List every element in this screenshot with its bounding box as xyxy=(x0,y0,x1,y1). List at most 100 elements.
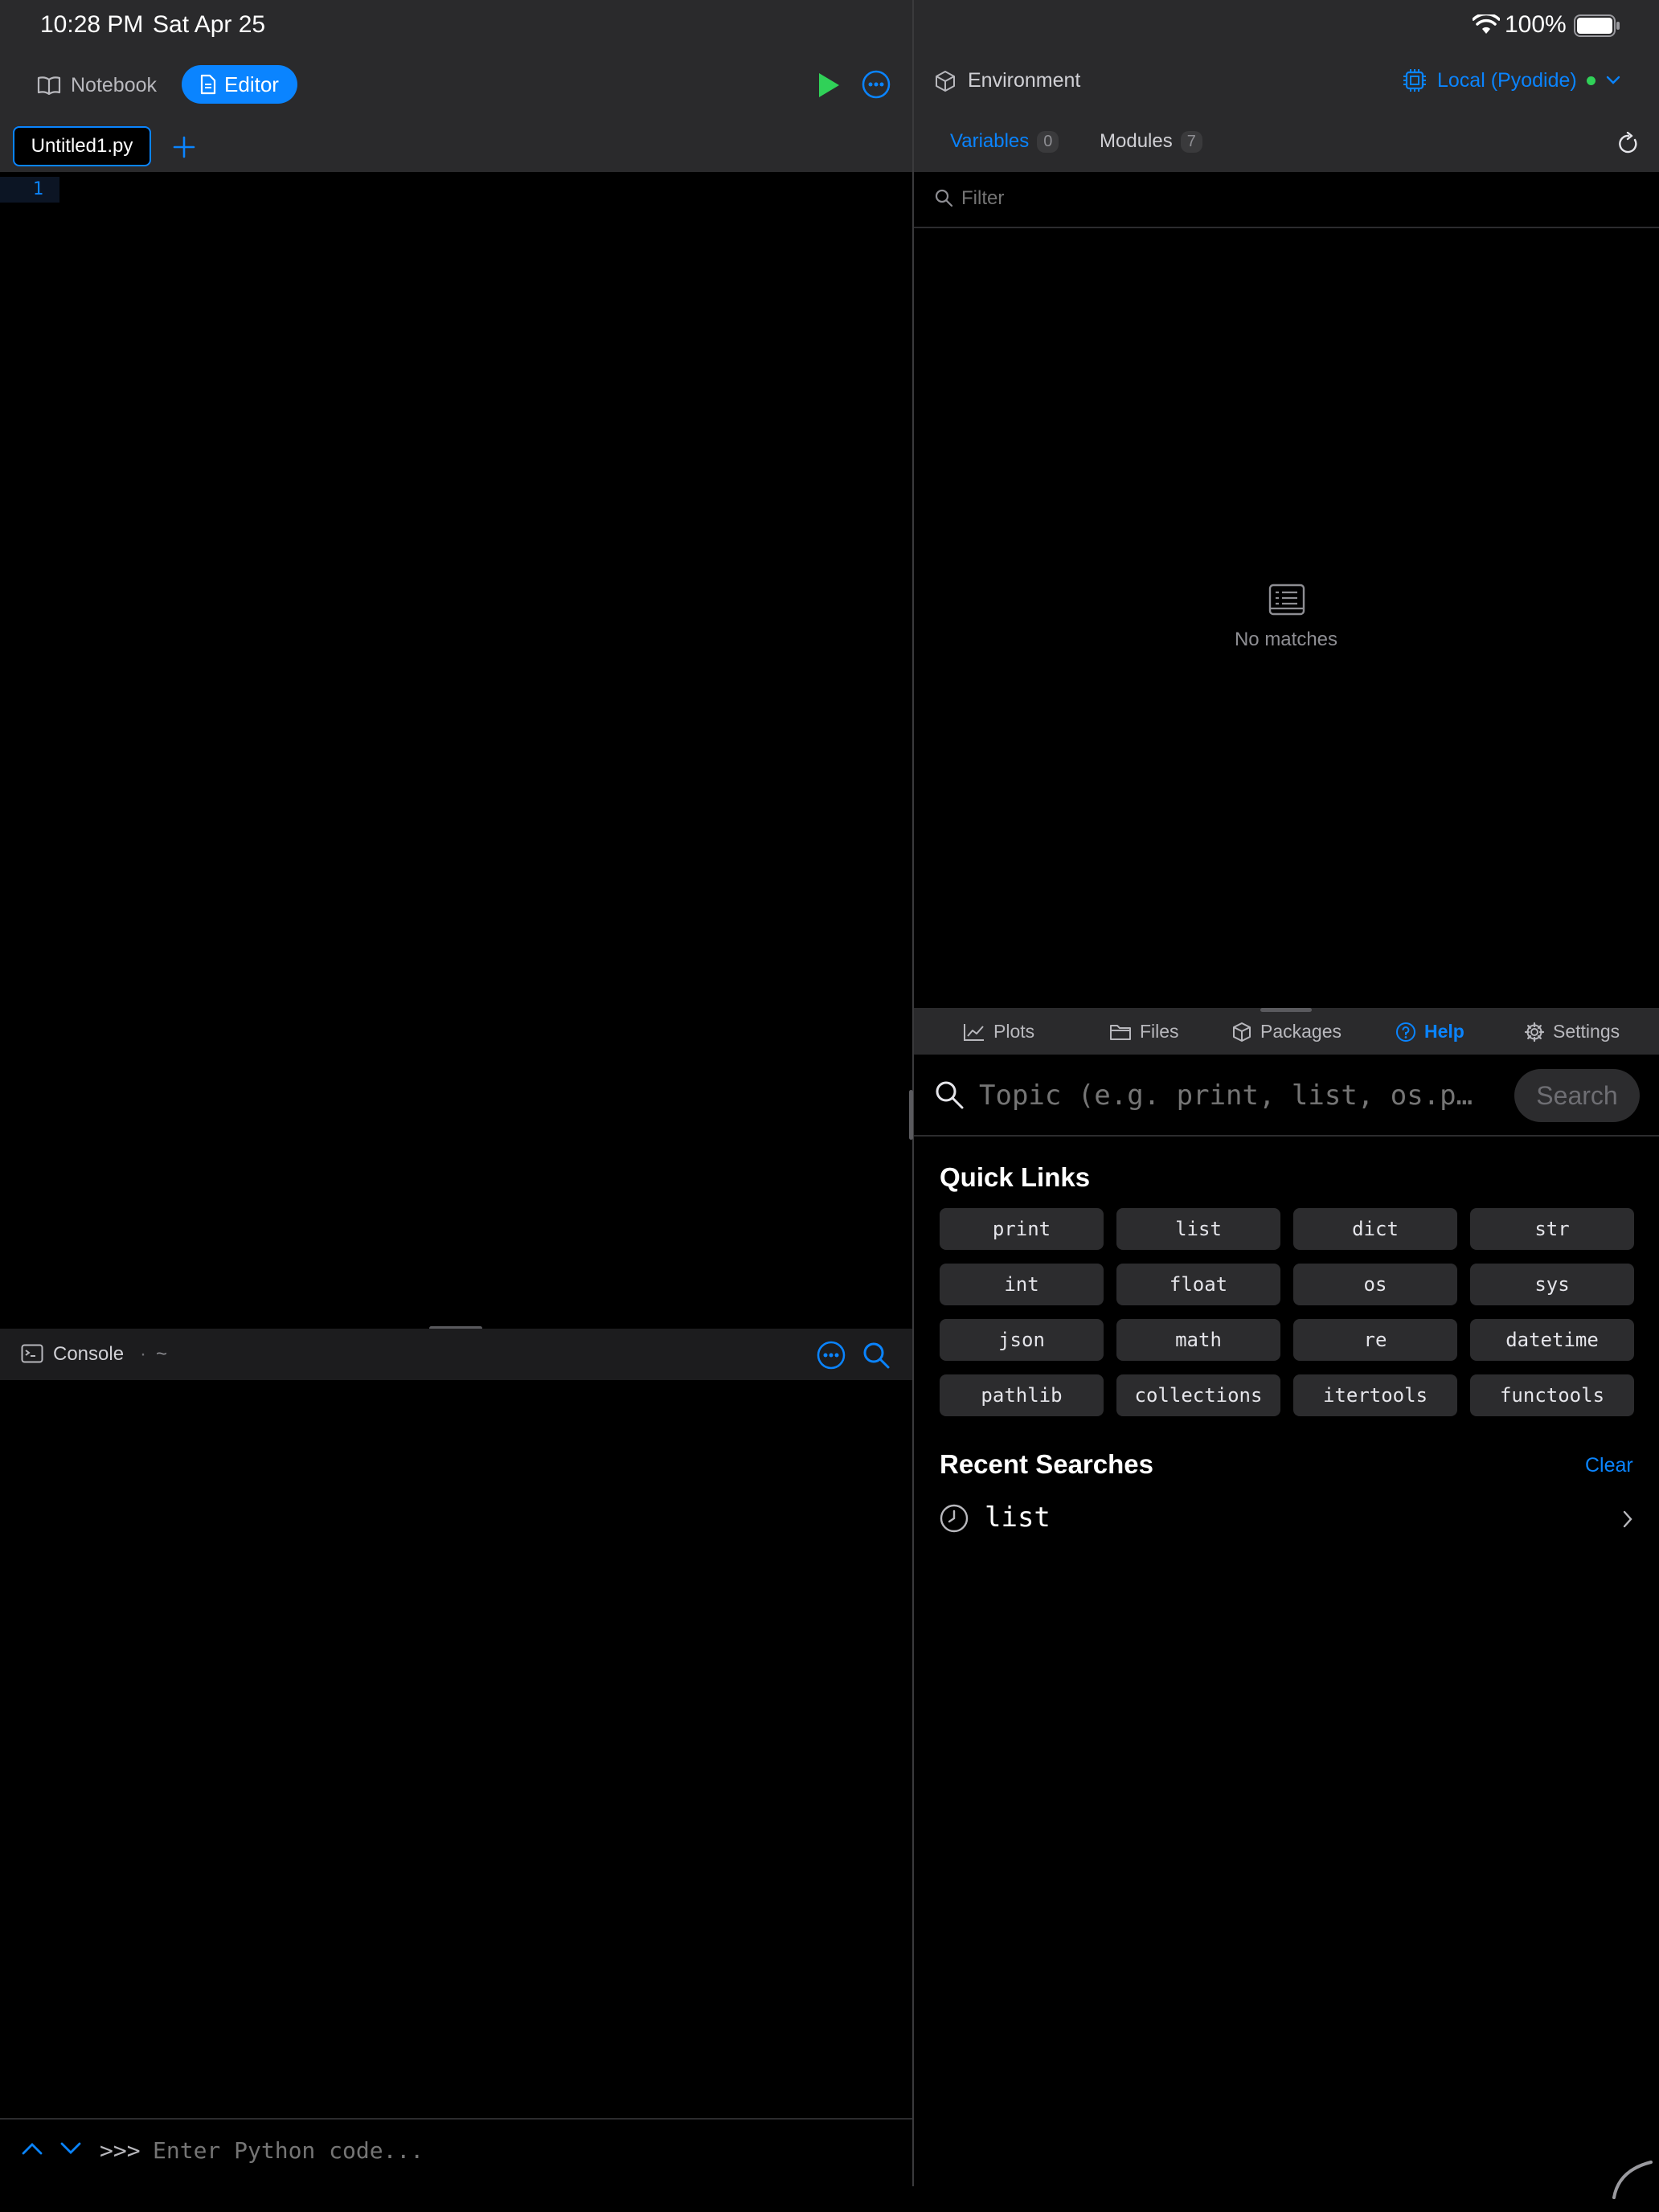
chart-icon xyxy=(963,1022,985,1042)
variables-list xyxy=(914,228,1659,1008)
status-time: 10:28 PM xyxy=(40,11,144,38)
quick-link-re[interactable]: re xyxy=(1293,1319,1457,1361)
tab-files[interactable]: Files xyxy=(1109,1021,1179,1043)
tab-modules[interactable]: Modules 7 xyxy=(1100,130,1202,153)
chevron-right-icon xyxy=(1621,1509,1634,1529)
notebook-mode-label: Notebook xyxy=(71,73,158,96)
status-date: Sat Apr 25 xyxy=(153,11,266,38)
quick-link-itertools[interactable]: itertools xyxy=(1293,1374,1457,1416)
history-up-button[interactable] xyxy=(21,2141,43,2156)
editor-mode-label: Editor xyxy=(224,72,279,96)
tab-variables-label: Variables xyxy=(950,130,1030,152)
cpu-icon xyxy=(1402,68,1428,93)
chevron-down-icon xyxy=(1605,75,1621,86)
battery-percent: 100% xyxy=(1505,11,1567,38)
line-number: 1 xyxy=(0,177,59,203)
clock-icon xyxy=(940,1504,969,1533)
kernel-status-dot xyxy=(1586,76,1596,85)
quick-link-print[interactable]: print xyxy=(940,1208,1104,1250)
run-button[interactable] xyxy=(817,72,841,99)
help-topic-input[interactable] xyxy=(979,1077,1493,1114)
tab-files-label: Files xyxy=(1140,1021,1179,1042)
console-prompt: >>> xyxy=(100,2137,141,2164)
console-path: ~ xyxy=(156,1343,168,1365)
cube-icon xyxy=(934,70,956,92)
refresh-icon xyxy=(1619,132,1637,154)
recent-search-label: list xyxy=(985,1501,1051,1534)
new-file-button[interactable] xyxy=(172,135,196,159)
folder-icon xyxy=(1109,1022,1132,1042)
search-icon xyxy=(863,1342,890,1369)
more-options-button[interactable] xyxy=(862,70,891,99)
tab-modules-label: Modules xyxy=(1100,130,1173,152)
console-output xyxy=(0,1380,912,2118)
quick-link-int[interactable]: int xyxy=(940,1264,1104,1305)
search-icon xyxy=(934,188,953,207)
ellipsis-circle-icon xyxy=(862,70,891,99)
tab-help[interactable]: Help xyxy=(1395,1021,1464,1043)
console-input[interactable] xyxy=(153,2132,876,2169)
quick-link-os[interactable]: os xyxy=(1293,1264,1457,1305)
package-icon xyxy=(1231,1022,1252,1043)
list-icon xyxy=(1268,584,1305,616)
wifi-icon xyxy=(1473,14,1500,35)
book-icon xyxy=(37,76,61,95)
tab-plots-label: Plots xyxy=(993,1021,1035,1042)
variables-filter-input[interactable] xyxy=(961,183,1620,214)
panel-resize-handle[interactable] xyxy=(909,1090,913,1140)
help-search-button[interactable]: Search xyxy=(1514,1069,1640,1122)
file-tab[interactable]: Untitled1.py xyxy=(13,126,151,166)
variables-count-badge: 0 xyxy=(1037,130,1059,153)
refresh-button[interactable] xyxy=(1617,132,1640,156)
tab-plots[interactable]: Plots xyxy=(963,1021,1034,1043)
chevron-up-icon xyxy=(22,2143,43,2155)
tab-packages[interactable]: Packages xyxy=(1231,1021,1342,1043)
clear-recent-button[interactable]: Clear xyxy=(1585,1454,1633,1477)
environment-title: Environment xyxy=(934,69,1080,92)
recent-search-item[interactable]: list xyxy=(940,1500,1637,1537)
console-options-button[interactable] xyxy=(817,1341,846,1370)
tab-help-label: Help xyxy=(1424,1021,1464,1042)
environment-title-label: Environment xyxy=(968,69,1081,92)
quick-link-math[interactable]: math xyxy=(1116,1319,1280,1361)
tab-packages-label: Packages xyxy=(1260,1021,1342,1042)
code-editor[interactable] xyxy=(0,175,912,1329)
gear-icon xyxy=(1524,1022,1545,1043)
quick-links-title: Quick Links xyxy=(940,1162,1091,1192)
modules-count-badge: 7 xyxy=(1180,130,1202,153)
kernel-label: Local (Pyodide) xyxy=(1437,68,1577,92)
quick-link-pathlib[interactable]: pathlib xyxy=(940,1374,1104,1416)
console-separator: · xyxy=(140,1343,146,1365)
question-icon xyxy=(1395,1022,1416,1043)
kernel-selector[interactable]: Local (Pyodide) xyxy=(1402,68,1621,93)
plus-icon xyxy=(173,136,195,158)
history-down-button[interactable] xyxy=(59,2141,82,2156)
quick-link-str[interactable]: str xyxy=(1470,1208,1634,1250)
console-header xyxy=(0,1329,912,1382)
quick-link-float[interactable]: float xyxy=(1116,1264,1280,1305)
window-resize-grip[interactable] xyxy=(1611,2159,1653,2201)
quick-link-functools[interactable]: functools xyxy=(1470,1374,1634,1416)
quick-link-list[interactable]: list xyxy=(1116,1208,1280,1250)
quick-link-dict[interactable]: dict xyxy=(1293,1208,1457,1250)
quick-link-sys[interactable]: sys xyxy=(1470,1264,1634,1305)
quick-link-datetime[interactable]: datetime xyxy=(1470,1319,1634,1361)
tab-settings-label: Settings xyxy=(1553,1021,1620,1042)
console-search-button[interactable] xyxy=(862,1341,891,1370)
pane-resize-handle[interactable] xyxy=(1260,1008,1312,1012)
editor-mode-button[interactable]: Editor xyxy=(182,65,297,104)
ellipsis-circle-icon xyxy=(817,1341,846,1370)
quick-link-collections[interactable]: collections xyxy=(1116,1374,1280,1416)
document-icon xyxy=(200,74,216,95)
battery-icon xyxy=(1574,14,1620,37)
quick-link-json[interactable]: json xyxy=(940,1319,1104,1361)
empty-state-label: No matches xyxy=(1234,629,1338,650)
recent-searches-title: Recent Searches xyxy=(940,1449,1153,1479)
tab-variables[interactable]: Variables 0 xyxy=(950,130,1059,153)
tab-settings[interactable]: Settings xyxy=(1524,1021,1620,1043)
notebook-mode-button[interactable]: Notebook xyxy=(37,65,157,105)
console-title: Console xyxy=(53,1343,125,1365)
terminal-icon xyxy=(21,1344,43,1363)
play-icon xyxy=(819,73,839,97)
chevron-down-icon xyxy=(60,2142,81,2154)
